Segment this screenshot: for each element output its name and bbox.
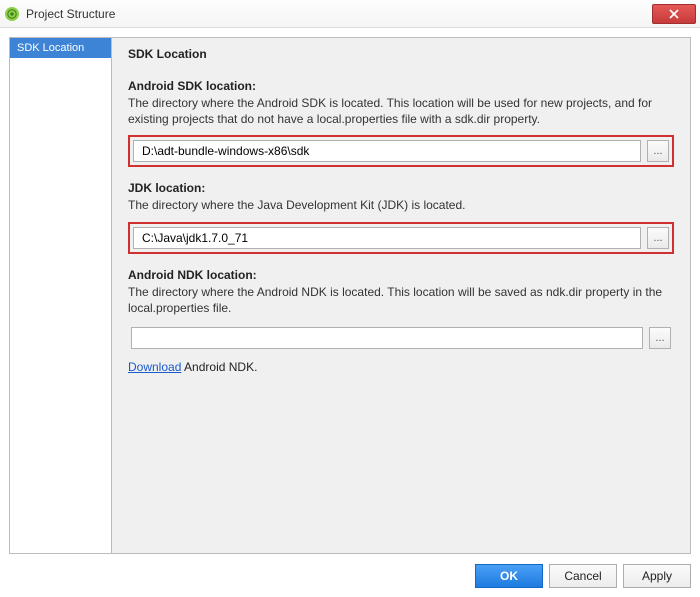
jdk-browse-button[interactable]: ... — [647, 227, 669, 249]
sdk-section: Android SDK location: The directory wher… — [128, 79, 674, 167]
close-button[interactable] — [652, 4, 696, 24]
button-bar: OK Cancel Apply — [9, 564, 691, 588]
ok-button[interactable]: OK — [475, 564, 543, 588]
ndk-heading: Android NDK location: — [128, 268, 674, 282]
sidebar: SDK Location — [10, 38, 112, 553]
ndk-field-row: ... — [128, 324, 674, 352]
cancel-button[interactable]: Cancel — [549, 564, 617, 588]
close-icon — [669, 9, 679, 19]
content-area: SDK Location Android SDK location: The d… — [112, 38, 690, 553]
ndk-download-line: Download Android NDK. — [128, 360, 674, 374]
ndk-desc: The directory where the Android NDK is l… — [128, 284, 674, 316]
sdk-browse-button[interactable]: ... — [647, 140, 669, 162]
ndk-path-input[interactable] — [131, 327, 643, 349]
sidebar-item-sdk-location[interactable]: SDK Location — [10, 38, 111, 58]
window-title: Project Structure — [26, 7, 652, 21]
sdk-desc: The directory where the Android SDK is l… — [128, 95, 674, 127]
jdk-section: JDK location: The directory where the Ja… — [128, 181, 674, 253]
ndk-section: Android NDK location: The directory wher… — [128, 268, 674, 374]
jdk-field-row: ... — [128, 222, 674, 254]
sdk-field-row: ... — [128, 135, 674, 167]
apply-button[interactable]: Apply — [623, 564, 691, 588]
ndk-download-tail: Android NDK. — [181, 360, 257, 374]
page-title: SDK Location — [128, 47, 674, 61]
title-bar: Project Structure — [0, 0, 700, 28]
jdk-path-input[interactable] — [133, 227, 641, 249]
jdk-desc: The directory where the Java Development… — [128, 197, 674, 213]
main-panel: SDK Location SDK Location Android SDK lo… — [9, 37, 691, 554]
sdk-heading: Android SDK location: — [128, 79, 674, 93]
sdk-path-input[interactable] — [133, 140, 641, 162]
jdk-heading: JDK location: — [128, 181, 674, 195]
app-icon — [4, 6, 20, 22]
ndk-download-link[interactable]: Download — [128, 360, 181, 374]
ndk-browse-button[interactable]: ... — [649, 327, 671, 349]
